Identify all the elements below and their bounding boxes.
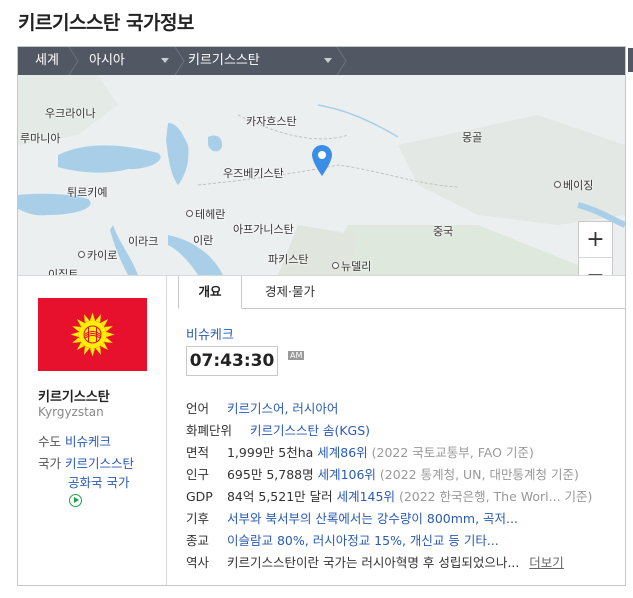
map-label-pakistan: 파키스탄 xyxy=(268,253,309,266)
tab-overview[interactable]: 개요 xyxy=(178,276,242,309)
anthem-info: 국가 키르기스스탄 xyxy=(38,453,134,472)
breadcrumb-separator-icon xyxy=(336,47,347,75)
breadcrumb: 세계 아시아 키르기스스탄 xyxy=(18,47,625,75)
info-row-currency: 화폐단위 키르기스스탄 솜(KGS) xyxy=(186,423,371,438)
country-summary: 키르기스스탄 Kyrgyzstan 수도 비슈케크 국가 키르기스스탄 공화국 … xyxy=(18,276,167,585)
zoom-out-button[interactable]: − xyxy=(579,258,612,275)
capital-link[interactable]: 비슈케크 xyxy=(65,434,111,449)
map-label-afghanistan: 아프가니스탄 xyxy=(233,223,294,236)
breadcrumb-country[interactable]: 키르기스스탄 xyxy=(188,47,260,75)
anthem-label: 국가 xyxy=(38,456,62,471)
play-anthem-icon[interactable] xyxy=(69,494,82,507)
info-row-language: 언어 키르기스어, 러시아어 xyxy=(186,401,339,416)
country-info-panel: 세계 아시아 키르기스스탄 우크라이나 루마니아 카자흐스탄 몽골 우즈베키스탄… xyxy=(17,46,626,586)
map-label-kazakhstan: 카자흐스탄 xyxy=(246,115,297,128)
map-label-iran: 이란 xyxy=(193,234,214,247)
map-label-beijing: 베이징 xyxy=(554,177,593,193)
map-label-newdelhi: 뉴델리 xyxy=(332,258,371,274)
map-zoom-controls: + − xyxy=(578,221,613,275)
zoom-in-button[interactable]: + xyxy=(579,222,612,258)
map-label-uzbekistan: 우즈베키스탄 xyxy=(223,167,284,180)
breadcrumb-separator-icon xyxy=(68,47,79,75)
more-link[interactable]: 더보기 xyxy=(529,555,564,570)
map-label-ukraine: 우크라이나 xyxy=(45,107,96,120)
page-title: 키르기스스탄 국가정보 xyxy=(18,12,194,34)
capital-label: 수도 xyxy=(38,434,62,449)
info-row-climate: 기후 서부와 북서부의 산록에서는 강수량이 800mm, 곡저... xyxy=(186,511,518,526)
info-row-gdp: GDP 84억 5,521만 달러 세계145위 (2022 한국은행, The… xyxy=(186,489,593,504)
tab-economy[interactable]: 경제·물가 xyxy=(250,276,330,308)
breadcrumb-separator-icon xyxy=(174,47,185,75)
side-edge-tab xyxy=(628,48,633,72)
country-name-english: Kyrgyzstan xyxy=(38,405,104,419)
chevron-down-icon[interactable] xyxy=(161,58,169,63)
breadcrumb-region[interactable]: 아시아 xyxy=(89,47,125,75)
info-row-religion: 종교 이슬람교 80%, 러시아정교 15%, 개신교 등 기타... xyxy=(186,533,499,548)
anthem-link-line2[interactable]: 공화국 국가 xyxy=(68,472,129,491)
country-map[interactable]: 우크라이나 루마니아 카자흐스탄 몽골 우즈베키스탄 튀르키예 베이징 테헤란 … xyxy=(18,75,625,275)
map-label-tehran: 테헤란 xyxy=(186,206,225,222)
breadcrumb-world[interactable]: 세계 xyxy=(35,47,59,75)
ampm-badge: AM xyxy=(288,351,305,360)
map-label-egypt: 이집트 xyxy=(48,268,79,275)
info-row-population: 인구 695만 5,788명 세계106위 (2022 통계청, UN, 대만통… xyxy=(186,467,579,482)
info-row-history: 역사 키르기스스탄이란 국가는 러시아혁명 후 성립되었으나... 더보기 xyxy=(186,555,564,570)
kyrgyzstan-flag-image xyxy=(38,298,147,371)
map-label-turkey: 튀르키예 xyxy=(67,186,108,199)
map-label-cairo: 카이로 xyxy=(78,247,117,263)
map-label-mongolia: 몽골 xyxy=(462,131,483,144)
location-marker-icon[interactable] xyxy=(310,143,334,177)
local-time: 07:43:30 xyxy=(186,346,278,376)
anthem-link-line1[interactable]: 키르기스스탄 xyxy=(65,456,134,471)
map-label-iraq: 이라크 xyxy=(128,235,159,248)
map-label-china: 중국 xyxy=(433,225,454,238)
capital-info: 수도 비슈케크 xyxy=(38,431,111,450)
info-row-area: 면적 1,999만 5천ha 세계86위 (2022 국토교통부, FAO 기준… xyxy=(186,445,534,460)
chevron-down-icon[interactable] xyxy=(324,58,332,63)
map-label-romania: 루마니아 xyxy=(20,132,61,145)
country-name: 키르기스스탄 xyxy=(38,390,110,405)
clock-city[interactable]: 비슈케크 xyxy=(186,324,234,343)
info-tabs: 개요 경제·물가 xyxy=(178,276,625,309)
tab-underline xyxy=(242,308,625,309)
